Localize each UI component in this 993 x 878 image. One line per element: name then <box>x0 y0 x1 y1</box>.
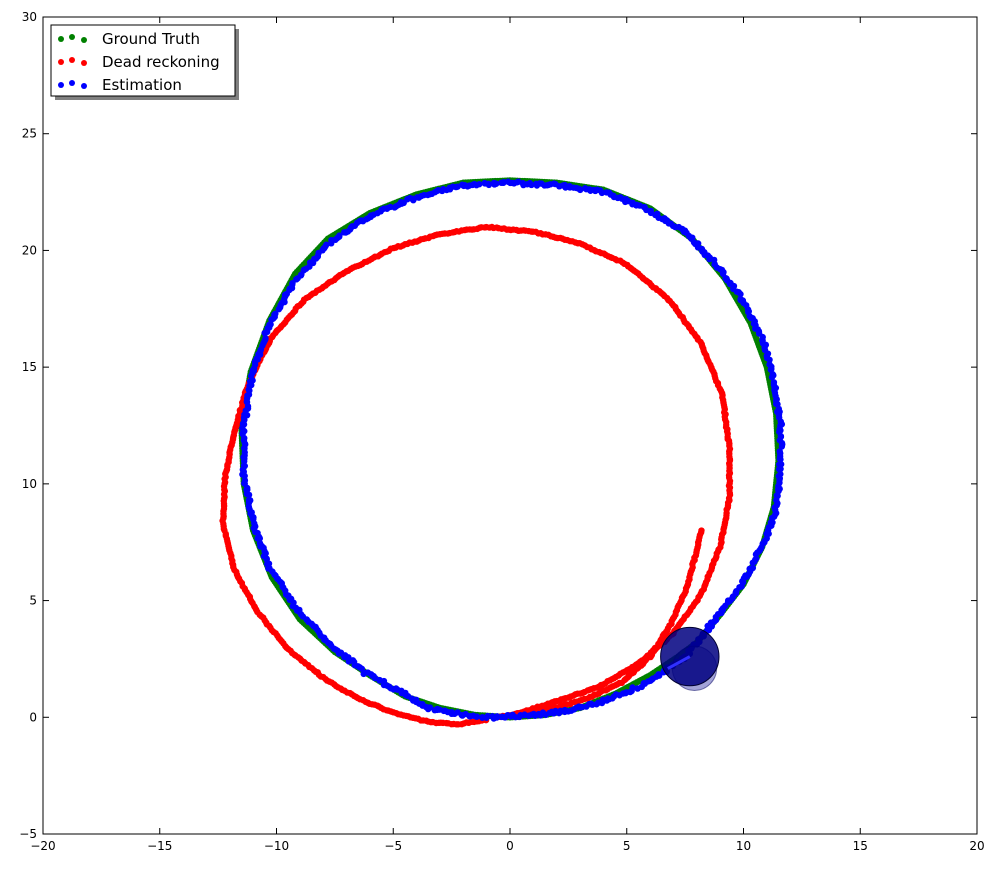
legend-label-estimation: Estimation <box>102 76 182 94</box>
y-tick-label: 20 <box>22 243 37 257</box>
x-tick-label: 0 <box>506 839 514 853</box>
y-tick-label: 5 <box>29 594 37 608</box>
scatter-point <box>473 713 481 720</box>
x-tick-label: 20 <box>969 839 984 853</box>
plot-background <box>43 17 977 834</box>
legend-label-dead-reckoning: Dead reckoning <box>102 53 220 71</box>
legend-marker-dead-reckoning <box>58 59 64 65</box>
scatter-chart: −20 −15 −10 −5 0 5 10 15 20 −5 0 5 10 15 20 25 30 Ground… <box>19 10 984 853</box>
legend-marker-ground-truth <box>69 34 75 40</box>
legend-marker-estimation <box>69 80 75 86</box>
x-tick-label: −10 <box>264 839 289 853</box>
legend-marker-estimation <box>81 83 87 89</box>
legend-marker-ground-truth <box>81 37 87 43</box>
x-tick-label: 10 <box>736 839 751 853</box>
y-tick-label: 10 <box>22 477 37 491</box>
scatter-point <box>481 179 488 187</box>
legend-marker-dead-reckoning <box>81 60 87 66</box>
scatter-point <box>425 704 432 712</box>
x-tick-label: −5 <box>384 839 402 853</box>
x-tick-label: 15 <box>853 839 868 853</box>
legend: Ground Truth Dead reckoning Estimation <box>50 24 239 100</box>
legend-marker-estimation <box>58 82 64 88</box>
y-tick-label: 30 <box>22 10 37 24</box>
legend-label-ground-truth: Ground Truth <box>102 30 200 48</box>
y-tick-label: 25 <box>22 127 37 141</box>
legend-marker-ground-truth <box>58 36 64 42</box>
y-tick-label: 0 <box>29 710 37 724</box>
x-tick-label: −15 <box>147 839 172 853</box>
scatter-point <box>698 527 705 534</box>
legend-marker-dead-reckoning <box>69 57 75 63</box>
x-tick-label: 5 <box>623 839 631 853</box>
y-tick-label: 15 <box>22 360 37 374</box>
x-tick-label: −20 <box>30 839 55 853</box>
y-tick-label: −5 <box>19 827 37 841</box>
